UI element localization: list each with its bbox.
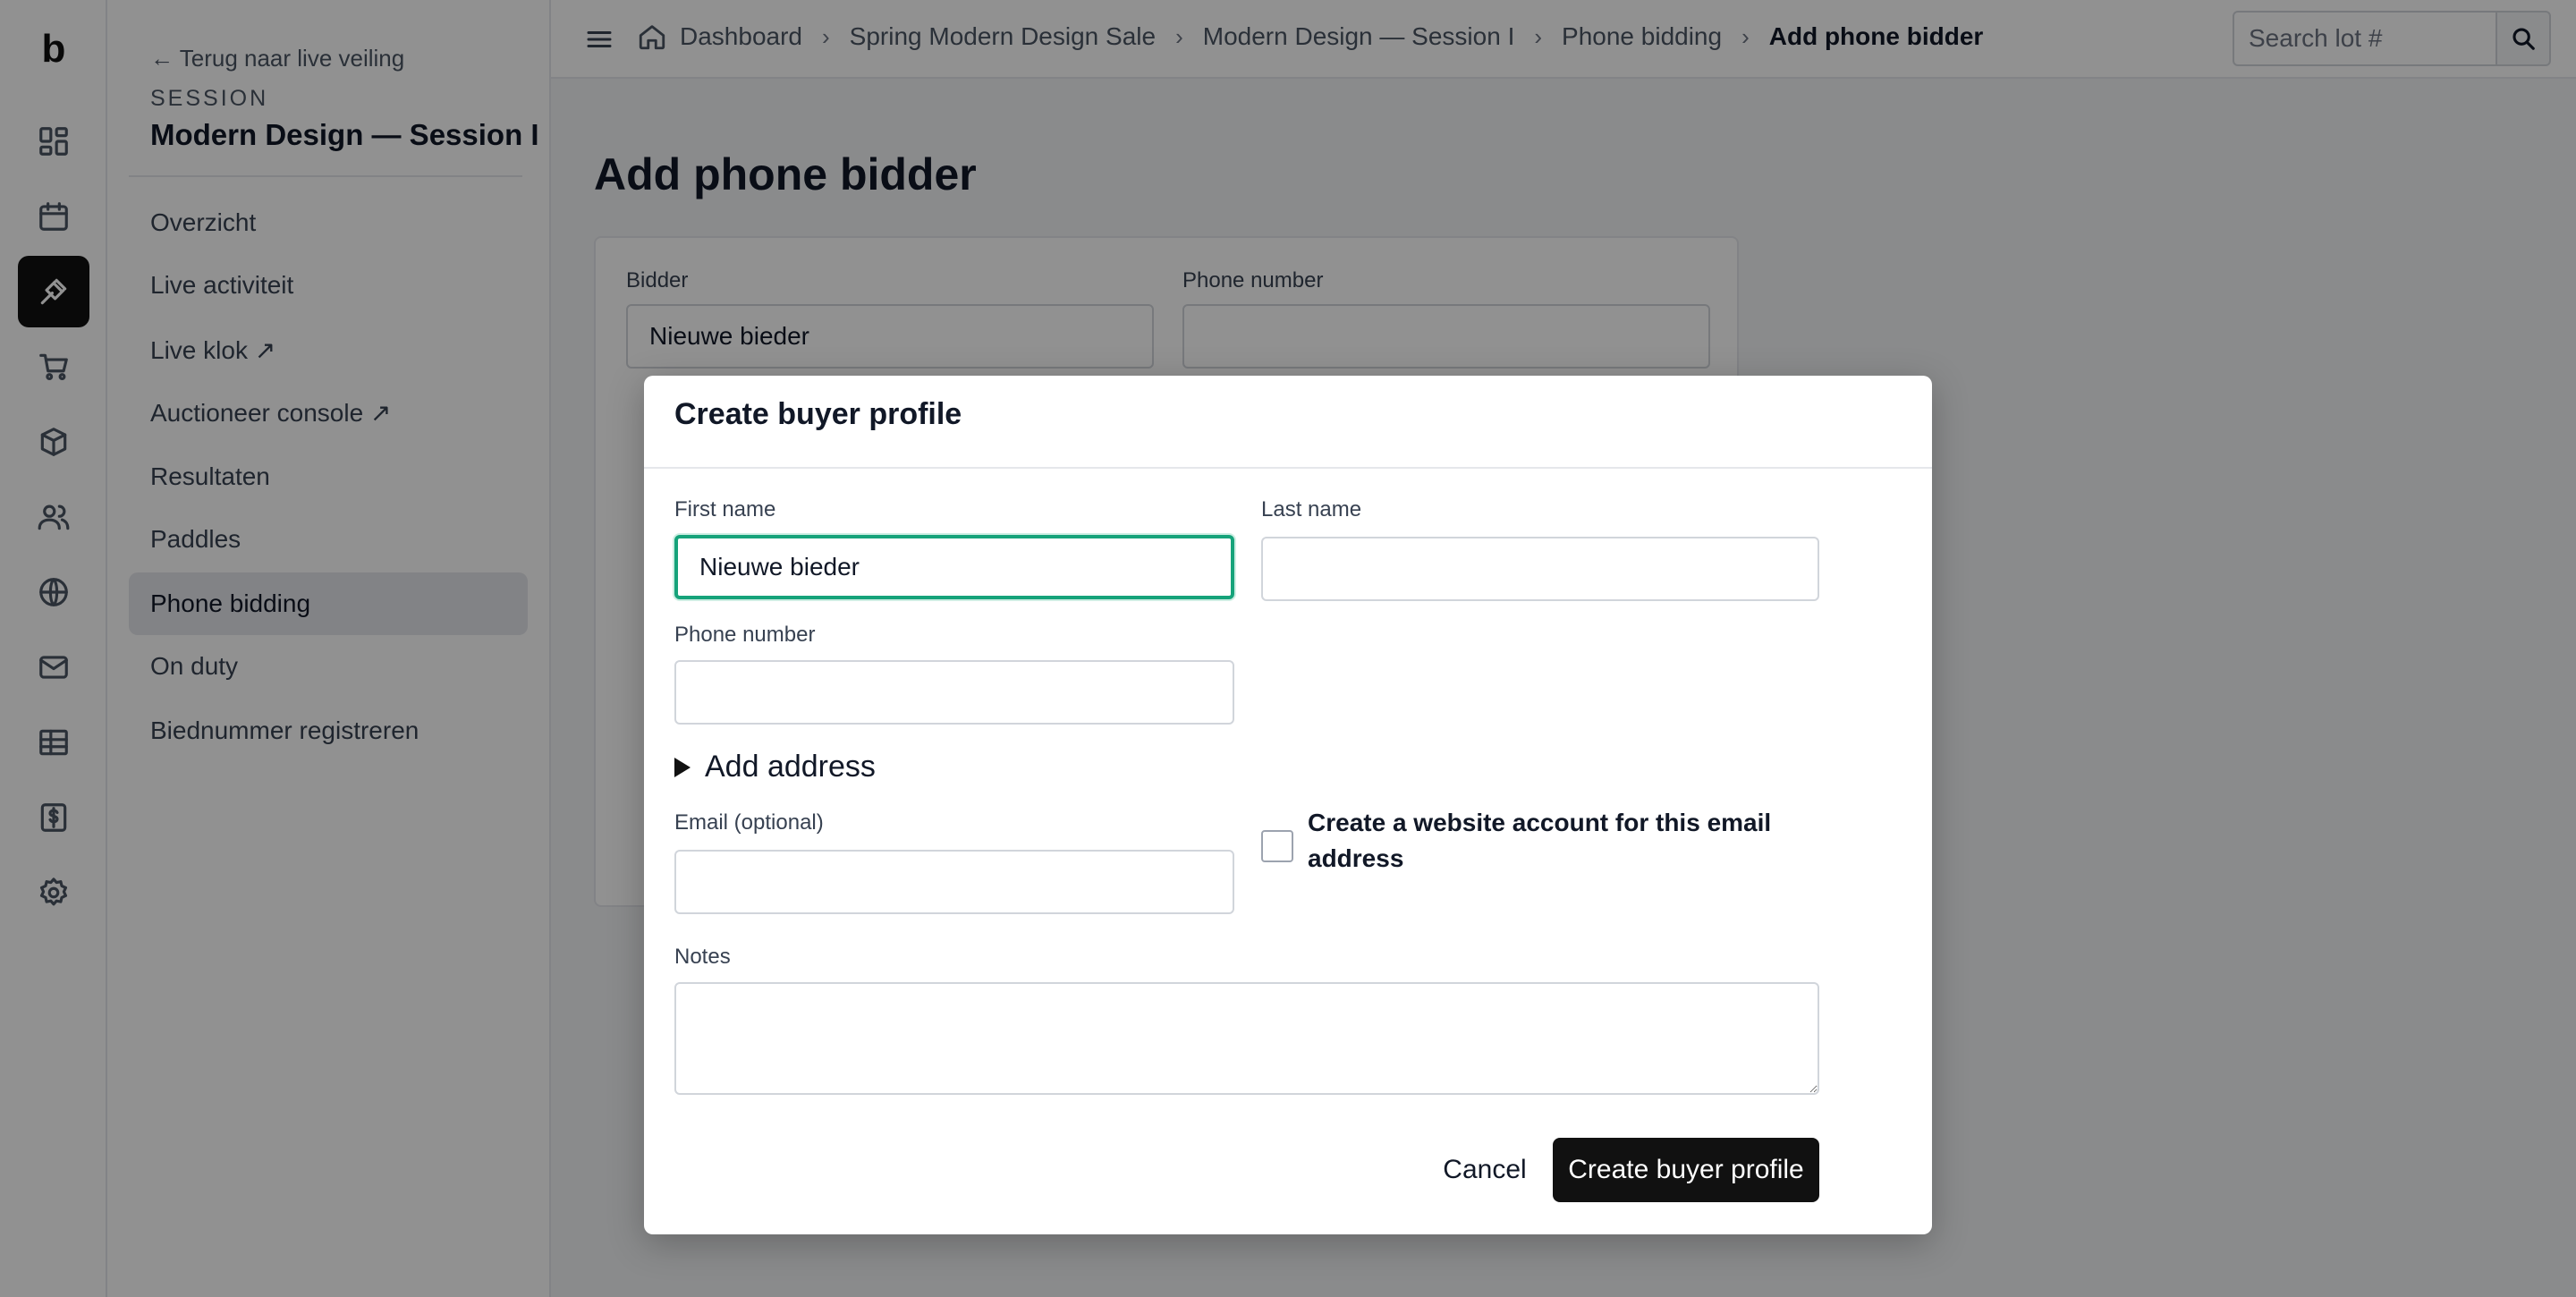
email-input[interactable] [674,850,1234,914]
email-label: Email (optional) [674,810,824,835]
create-buyer-profile-button[interactable]: Create buyer profile [1553,1138,1819,1202]
notes-label: Notes [674,945,731,969]
last-name-input[interactable] [1261,537,1819,601]
dialog-title: Create buyer profile [674,397,962,431]
dialog-header: Create buyer profile [644,376,1932,469]
create-website-account-checkbox[interactable] [1261,830,1293,862]
notes-textarea[interactable] [674,982,1819,1095]
last-name-label: Last name [1261,497,1362,521]
add-address-toggle[interactable]: Add address [674,750,876,784]
disclosure-triangle-icon [674,757,691,777]
create-website-account-label[interactable]: Create a website account for this email … [1308,805,1809,877]
add-address-label: Add address [705,750,876,784]
first-name-input[interactable] [674,535,1234,599]
phone-number-label: Phone number [674,623,816,647]
cancel-button[interactable]: Cancel [1422,1138,1547,1202]
create-buyer-profile-dialog: Create buyer profile First name Last nam… [644,376,1932,1234]
first-name-label: First name [674,497,776,521]
phone-number-input[interactable] [674,660,1234,725]
